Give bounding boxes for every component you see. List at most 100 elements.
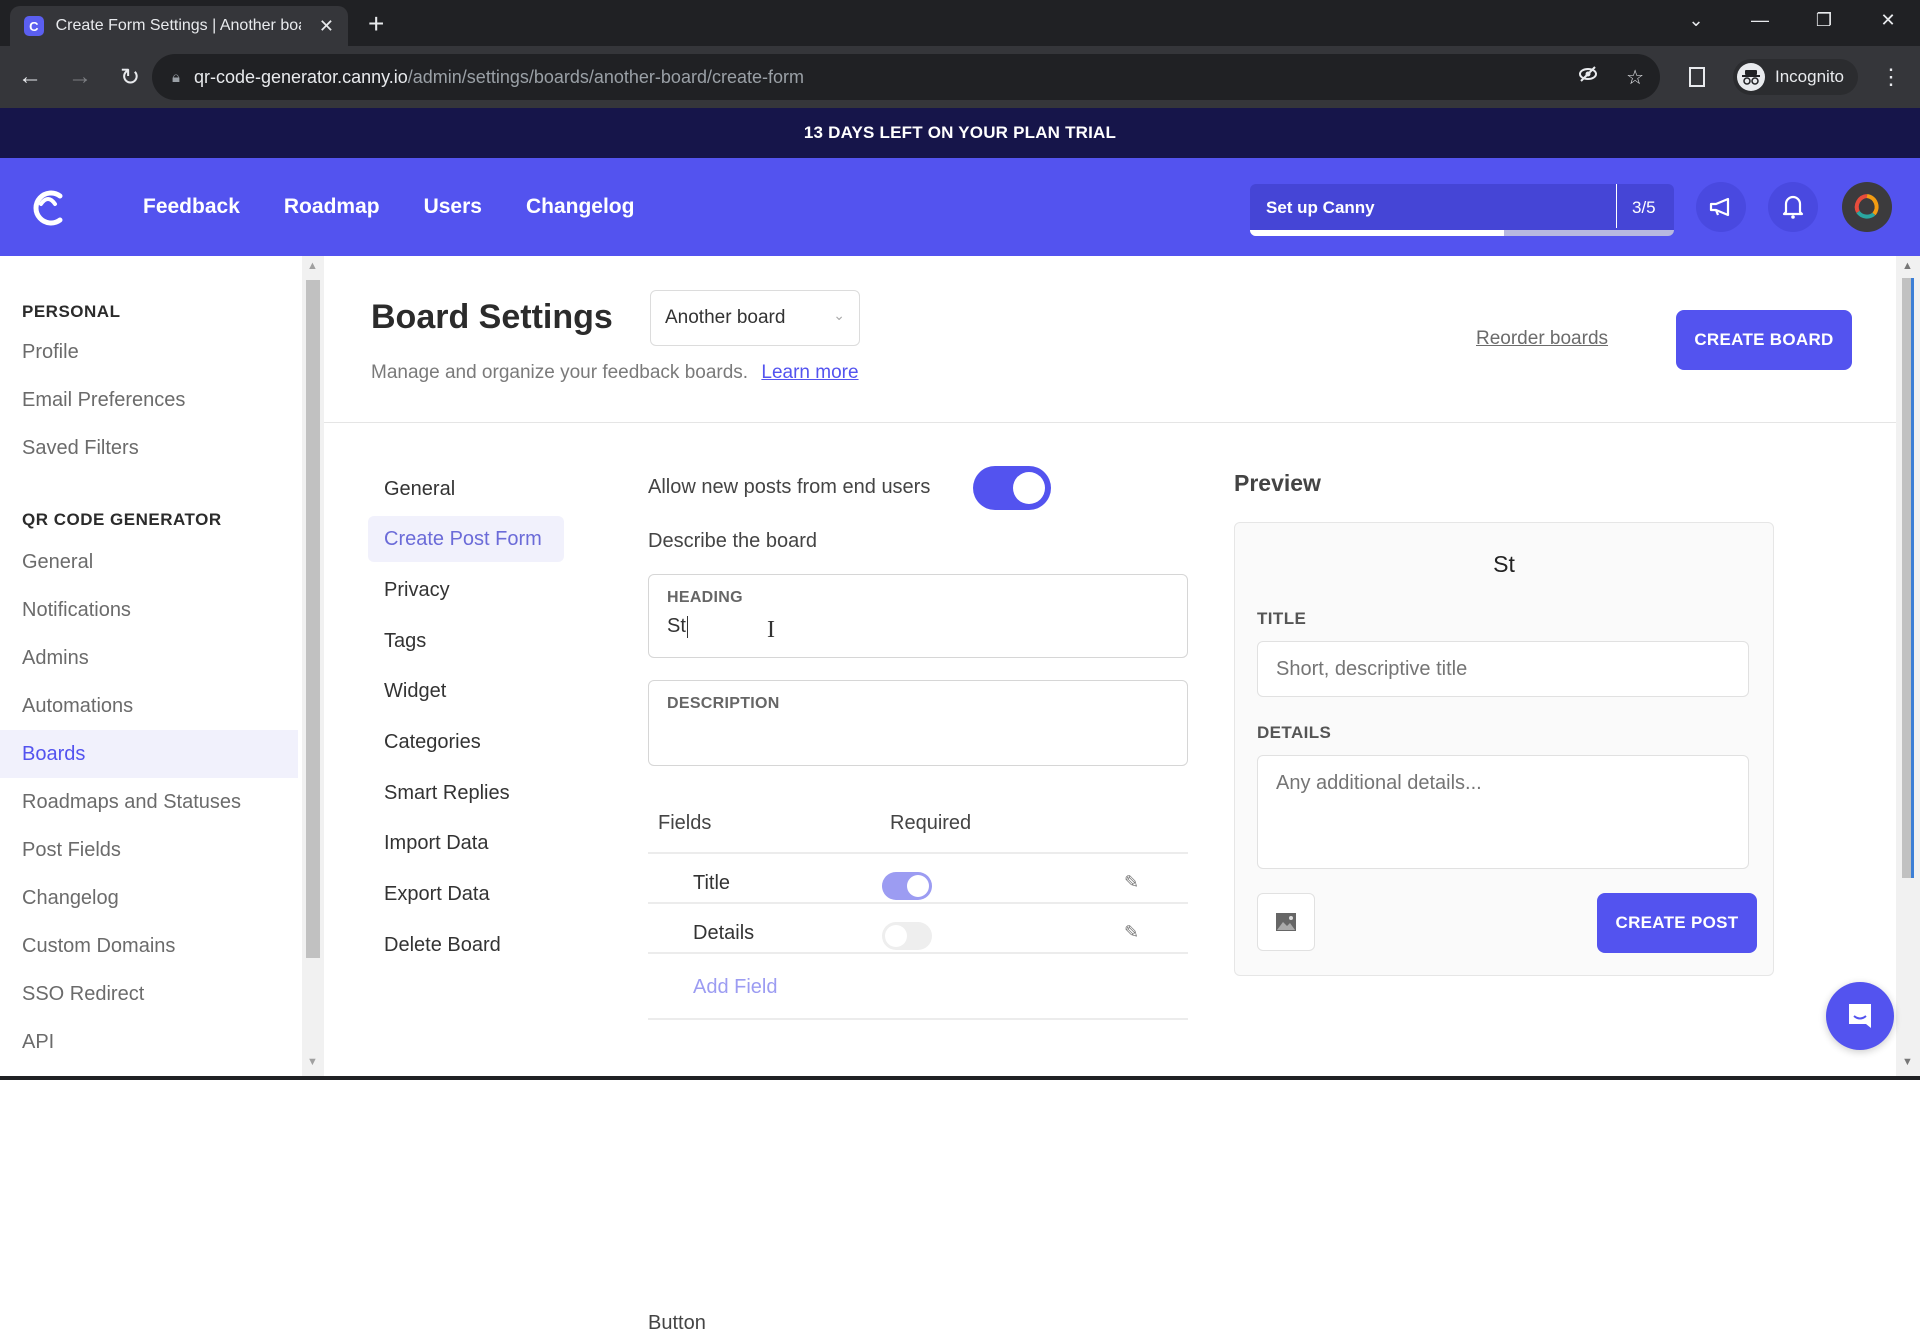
forward-arrow-icon[interactable]: →	[60, 63, 100, 91]
announcements-button[interactable]	[1696, 182, 1746, 232]
main-nav: Feedback Roadmap Users Changelog	[143, 158, 634, 256]
scroll-down-arrow-icon[interactable]: ▼	[307, 1056, 318, 1068]
header-divider	[324, 422, 1896, 423]
subnav-create-post-form[interactable]: Create Post Form	[368, 516, 564, 562]
subnav-export-data[interactable]: Export Data	[368, 871, 564, 917]
taskbar-strip	[0, 1076, 1920, 1080]
kebab-menu-icon[interactable]: ⋮	[1880, 64, 1902, 90]
text-cursor	[686, 615, 688, 638]
heading-input[interactable]: St	[667, 615, 1169, 638]
table-divider	[648, 1018, 1188, 1020]
description-label: DESCRIPTION	[667, 695, 780, 712]
new-tab-icon[interactable]: +	[368, 8, 384, 40]
sidebar-scrollbar-thumb[interactable]	[306, 280, 320, 958]
side-panel-icon[interactable]	[1689, 67, 1705, 87]
learn-more-link[interactable]: Learn more	[761, 362, 858, 383]
board-select[interactable]: Another board ⌄	[650, 290, 860, 346]
page-scrollbar-thumb[interactable]	[1902, 278, 1914, 878]
subnav-import-data[interactable]: Import Data	[368, 820, 564, 866]
tab-title: Create Form Settings | Another board	[55, 17, 301, 34]
subnav-delete-board[interactable]: Delete Board	[368, 922, 564, 968]
pencil-icon[interactable]: ✎	[1124, 872, 1139, 893]
create-board-button[interactable]: CREATE BOARD	[1676, 310, 1852, 370]
add-field-link[interactable]: Add Field	[693, 976, 778, 999]
restore-icon[interactable]: ❐	[1792, 10, 1856, 31]
reorder-boards-link[interactable]: Reorder boards	[1476, 328, 1608, 350]
incognito-badge[interactable]: Incognito	[1733, 59, 1858, 95]
subnav-categories[interactable]: Categories	[368, 719, 564, 765]
subnav-smart-replies[interactable]: Smart Replies	[368, 770, 564, 816]
user-avatar[interactable]	[1842, 182, 1892, 232]
subnav-tags[interactable]: Tags	[368, 618, 564, 664]
back-arrow-icon[interactable]: ←	[10, 63, 50, 91]
image-icon	[1276, 913, 1296, 931]
sidebar-item-post-fields[interactable]: Post Fields	[0, 826, 298, 874]
required-toggle[interactable]	[882, 872, 932, 900]
address-bar[interactable]: 🔒︎ qr-code-generator.canny.io/admin/sett…	[152, 54, 1660, 100]
sidebar-scrollbar[interactable]: ▲ ▼	[302, 256, 324, 1080]
sidebar-item-boards[interactable]: Boards	[0, 730, 298, 778]
sidebar-item-saved-filters[interactable]: Saved Filters	[0, 424, 298, 472]
subnav-widget[interactable]: Widget	[368, 668, 564, 714]
subnav-general[interactable]: General	[368, 466, 564, 512]
sidebar-item-automations[interactable]: Automations	[0, 682, 298, 730]
close-tab-icon[interactable]: ✕	[319, 16, 334, 37]
sidebar-item-profile[interactable]: Profile	[0, 328, 298, 376]
allow-posts-toggle[interactable]	[973, 466, 1051, 510]
canny-logo-icon[interactable]	[30, 186, 66, 230]
attach-image-button[interactable]	[1257, 893, 1315, 951]
toggle-knob	[907, 875, 929, 897]
preview-details-label: DETAILS	[1257, 723, 1332, 742]
close-window-icon[interactable]: ✕	[1856, 10, 1920, 31]
sidebar-item-general[interactable]: General	[0, 538, 298, 586]
minimize-icon[interactable]: —	[1728, 10, 1792, 31]
main-content: Board Settings Another board ⌄ Manage an…	[324, 256, 1896, 1334]
company-logo-icon	[1854, 194, 1879, 219]
sidebar-item-changelog[interactable]: Changelog	[0, 874, 298, 922]
nav-feedback[interactable]: Feedback	[143, 195, 240, 219]
sidebar-item-api[interactable]: API	[0, 1018, 298, 1066]
field-name: Title	[693, 872, 731, 894]
description-field[interactable]: DESCRIPTION	[648, 680, 1188, 766]
sidebar-item-roadmaps-and-statuses[interactable]: Roadmaps and Statuses	[0, 778, 298, 826]
star-icon[interactable]: ☆	[1626, 65, 1644, 90]
preview-title-input[interactable]	[1257, 641, 1749, 697]
sidebar-item-custom-domains[interactable]: Custom Domains	[0, 922, 298, 970]
button-section-label: Button	[648, 1312, 706, 1334]
reload-icon[interactable]: ↻	[110, 63, 150, 92]
sidebar-item-notifications[interactable]: Notifications	[0, 586, 298, 634]
nav-users[interactable]: Users	[424, 195, 482, 219]
eye-off-icon[interactable]	[1578, 64, 1598, 90]
notifications-button[interactable]	[1768, 182, 1818, 232]
setup-canny-progress[interactable]: Set up Canny 3/5	[1250, 184, 1674, 236]
page-scrollbar[interactable]: ▲ ▼	[1896, 256, 1920, 1080]
preview-details-input[interactable]	[1257, 755, 1749, 869]
board-select-value: Another board	[665, 307, 786, 328]
browser-tab-bar: C Create Form Settings | Another board ✕…	[0, 0, 1920, 46]
create-post-button[interactable]: CREATE POST	[1597, 893, 1757, 953]
setup-label: Set up Canny	[1266, 198, 1375, 217]
lock-icon[interactable]: 🔒︎	[172, 69, 180, 86]
sidebar-item-email-preferences[interactable]: Email Preferences	[0, 376, 298, 424]
nav-roadmap[interactable]: Roadmap	[284, 195, 380, 219]
scroll-up-arrow-icon[interactable]: ▲	[1902, 260, 1913, 272]
page-title: Board Settings	[371, 298, 613, 336]
pencil-icon[interactable]: ✎	[1124, 922, 1139, 943]
subnav-privacy[interactable]: Privacy	[368, 567, 564, 613]
preview-title-label: TITLE	[1257, 609, 1307, 628]
fields-header: Fields	[658, 812, 712, 834]
required-toggle[interactable]	[882, 922, 932, 950]
browser-toolbar: ← → ↻ 🔒︎ qr-code-generator.canny.io/admi…	[0, 46, 1920, 108]
table-divider	[648, 902, 1188, 904]
heading-field[interactable]: HEADING St I	[648, 574, 1188, 658]
tab-search-icon[interactable]: ⌄	[1664, 10, 1728, 31]
chat-widget-button[interactable]	[1826, 982, 1894, 1050]
browser-tab[interactable]: C Create Form Settings | Another board ✕	[10, 6, 348, 46]
scroll-down-arrow-icon[interactable]: ▼	[1902, 1056, 1913, 1068]
field-name: Details	[693, 922, 755, 944]
sidebar-item-admins[interactable]: Admins	[0, 634, 298, 682]
scroll-up-arrow-icon[interactable]: ▲	[307, 260, 318, 272]
setup-progress-track	[1250, 230, 1674, 236]
nav-changelog[interactable]: Changelog	[526, 195, 635, 219]
sidebar-item-sso-redirect[interactable]: SSO Redirect	[0, 970, 298, 1018]
